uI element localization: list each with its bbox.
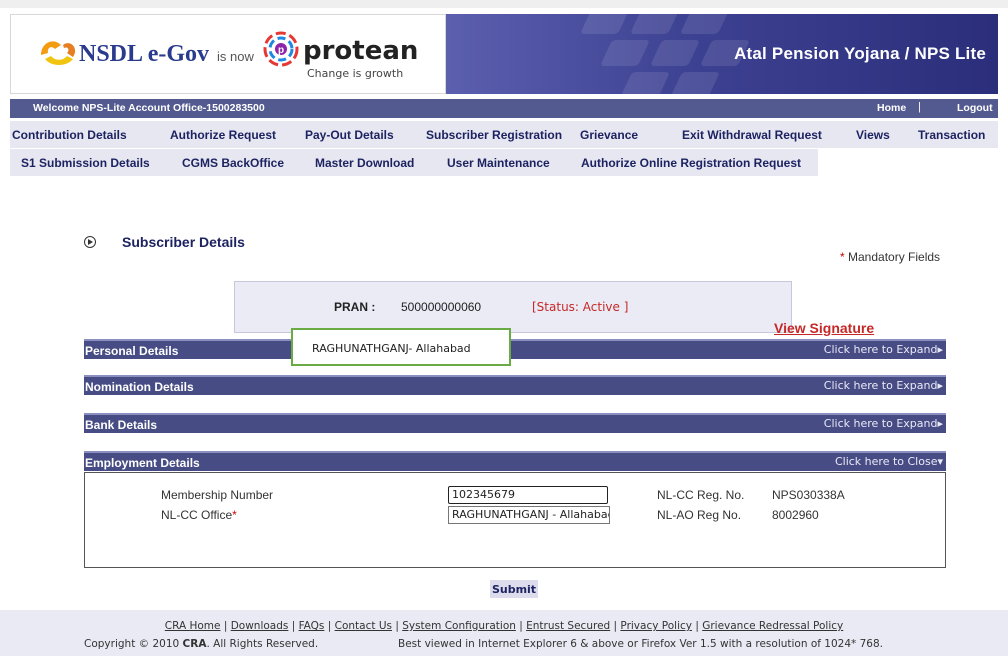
best-viewed-note: Best viewed in Internet Explorer 6 & abo… <box>398 638 883 650</box>
office-tooltip-text: RAGHUNATHGANJ- Allahabad <box>312 342 471 355</box>
nlao-reg-label: NL-AO Reg No. <box>657 508 742 522</box>
menu-s1-submission-details[interactable]: S1 Submission Details <box>21 156 150 170</box>
nomination-details-label: Nomination Details <box>85 380 194 394</box>
menu-contribution-details[interactable]: Contribution Details <box>12 128 127 142</box>
footer-link-entrust-secured[interactable]: Entrust Secured <box>526 620 610 632</box>
protean-emblem-icon: p <box>263 31 299 67</box>
mandatory-text: Mandatory Fields <box>848 250 941 264</box>
menu-grievance[interactable]: Grievance <box>580 128 638 142</box>
nlcc-reg-label: NL-CC Reg. No. <box>657 488 745 502</box>
circle-arrow-icon <box>84 236 96 248</box>
nsdl-logo-text: NSDL e-Gov <box>79 41 209 67</box>
welcome-text: Welcome NPS-Lite Account Office-15002835… <box>33 102 265 114</box>
status-badge: [Status: Active ] <box>532 300 629 314</box>
footer-link-system-configuration[interactable]: System Configuration <box>402 620 516 632</box>
view-signature-link[interactable]: View Signature <box>774 320 874 336</box>
copyright: Copyright © 2010 CRA. All Rights Reserve… <box>84 638 318 650</box>
footer-link-privacy-policy[interactable]: Privacy Policy <box>620 620 692 632</box>
footer-link-contact-us[interactable]: Contact Us <box>335 620 392 632</box>
employment-close-link[interactable]: Click here to Close▾ <box>835 455 943 468</box>
main-menu-row-1: Contribution Details Authorize Request P… <box>10 121 998 148</box>
protean-logo-text: protean <box>303 36 418 66</box>
protean-tagline: Change is growth <box>307 67 403 80</box>
calculator-graphic <box>579 14 631 34</box>
menu-authorize-request[interactable]: Authorize Request <box>170 128 276 142</box>
mandatory-star: * <box>840 250 845 264</box>
nlcc-office-label: NL-CC Office <box>161 508 233 522</box>
banner-title: Atal Pension Yojana / NPS Lite <box>734 44 986 63</box>
header: NSDL e-Gov is now p protean Change is gr… <box>0 8 1008 94</box>
top-strip <box>0 0 1008 8</box>
footer-link-grievance-redressal-policy[interactable]: Grievance Redressal Policy <box>702 620 843 632</box>
copyright-brand: CRA <box>182 638 207 650</box>
bank-details-label: Bank Details <box>85 418 158 432</box>
logout-link[interactable]: Logout <box>957 102 993 114</box>
membership-number-label: Membership Number <box>161 488 274 502</box>
menu-master-download[interactable]: Master Download <box>315 156 414 170</box>
is-now-text: is now <box>217 49 254 64</box>
nlcc-office-input[interactable]: RAGHUNATHGANJ - Allahabad <box>448 506 610 524</box>
employment-details-label: Employment Details <box>85 456 200 470</box>
main-menu-row-2: S1 Submission Details CGMS BackOffice Ma… <box>10 149 818 176</box>
membership-number-input[interactable]: 102345679 <box>448 486 608 504</box>
menu-views[interactable]: Views <box>856 128 890 142</box>
mandatory-fields-note: * Mandatory Fields <box>840 250 940 264</box>
copyright-prefix: Copyright © 2010 <box>84 638 180 650</box>
svg-text:p: p <box>278 45 284 56</box>
footer-link-faqs[interactable]: FAQs <box>299 620 325 632</box>
personal-details-label: Personal Details <box>85 344 179 358</box>
menu-transaction[interactable]: Transaction <box>918 128 985 142</box>
nomination-expand-link[interactable]: Click here to Expand▸ <box>824 379 943 392</box>
nsdl-protean-logo: NSDL e-Gov is now p protean Change is gr… <box>41 31 418 80</box>
home-link[interactable]: Home <box>877 102 906 114</box>
nav-separator: | <box>918 101 921 113</box>
footer-link-downloads[interactable]: Downloads <box>231 620 289 632</box>
menu-authorize-online-registration[interactable]: Authorize Online Registration Request <box>581 156 801 170</box>
pran-box <box>234 281 792 333</box>
personal-details-bar[interactable]: Personal Details Click here to Expand▸ <box>84 339 946 359</box>
menu-subscriber-registration[interactable]: Subscriber Registration <box>426 128 562 142</box>
pran-value: 500000000060 <box>401 300 482 314</box>
personal-expand-link[interactable]: Click here to Expand▸ <box>824 343 943 356</box>
nomination-details-bar[interactable]: Nomination Details Click here to Expand▸ <box>84 375 946 395</box>
menu-payout-details[interactable]: Pay-Out Details <box>305 128 394 142</box>
menu-cgms-backoffice[interactable]: CGMS BackOffice <box>182 156 284 170</box>
employment-details-bar[interactable]: Employment Details Click here to Close▾ <box>84 451 946 471</box>
required-marker: * <box>232 508 237 522</box>
header-banner: Atal Pension Yojana / NPS Lite <box>446 14 998 94</box>
nlao-reg-value: 8002960 <box>772 508 819 522</box>
pran-label: PRAN : <box>334 300 376 314</box>
copyright-suffix: . All Rights Reserved. <box>206 638 319 650</box>
bank-expand-link[interactable]: Click here to Expand▸ <box>824 417 943 430</box>
logo-area: NSDL e-Gov is now p protean Change is gr… <box>10 14 446 94</box>
submit-button[interactable]: Submit <box>490 580 538 598</box>
bank-details-bar[interactable]: Bank Details Click here to Expand▸ <box>84 413 946 433</box>
nsdl-logo-icon <box>41 41 76 65</box>
nlcc-office-label-wrap: NL-CC Office* <box>161 508 237 522</box>
footer-links: CRA Home | Downloads | FAQs | Contact Us… <box>164 620 844 632</box>
footer-link-cra-home[interactable]: CRA Home <box>165 620 221 632</box>
nlcc-reg-value: NPS030338A <box>772 488 845 502</box>
page-title: Subscriber Details <box>122 234 245 250</box>
menu-exit-withdrawal-request[interactable]: Exit Withdrawal Request <box>682 128 822 142</box>
menu-user-maintenance[interactable]: User Maintenance <box>447 156 550 170</box>
